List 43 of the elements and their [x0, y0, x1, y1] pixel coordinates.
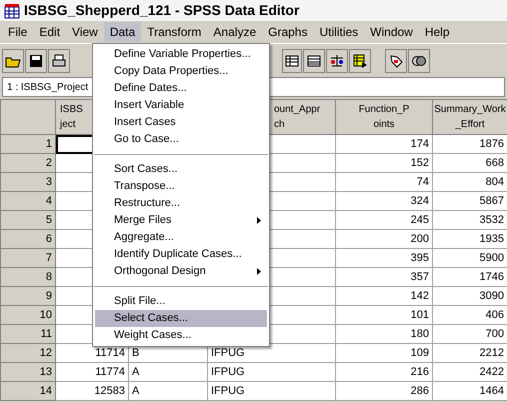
table-cell: 12583: [94, 384, 125, 397]
table-cell: 324: [410, 194, 429, 207]
table-cell: B: [132, 346, 140, 359]
table-cell: 180: [410, 328, 429, 340]
table-cell: 174: [410, 138, 429, 150]
table-cell: 357: [410, 270, 429, 283]
table-cell: 109: [410, 346, 429, 359]
table-cell: 1746: [480, 270, 504, 283]
table-cell: 395: [410, 252, 429, 264]
table-cell: 700: [486, 328, 504, 340]
table-cell: 406: [486, 308, 504, 321]
table-cell: 200: [410, 232, 429, 245]
table-cell: 101: [410, 308, 429, 321]
table-cell: A: [132, 366, 140, 378]
table-cell: 2422: [480, 366, 504, 378]
column-header: Function_P oints: [358, 103, 410, 132]
table-cell: IFPUG: [211, 384, 245, 397]
table-cell: 1876: [480, 138, 504, 150]
table-cell: 11714: [95, 346, 125, 359]
table-cell: 1935: [480, 232, 504, 245]
window-title: ISBSG_Shepperd_121 - SPSS Data Editor: [24, 1, 300, 20]
table-cell: IFPUG: [211, 366, 245, 378]
table-cell: 3532: [480, 214, 504, 226]
column-header: ISBS ject: [60, 103, 83, 132]
table-cell: 216: [410, 366, 429, 378]
table-cell: A: [132, 384, 140, 397]
table-cell: 152: [410, 156, 429, 169]
table-cell: 5867: [480, 194, 504, 207]
table-cell: 286: [410, 384, 429, 397]
column-header: ount_Appr ch: [274, 103, 320, 132]
table-cell: 5900: [480, 252, 504, 264]
cell-editor-label: 1 : ISBSG_Project: [7, 80, 88, 94]
table-cell: 1464: [480, 384, 504, 397]
table-cell: 74: [416, 176, 429, 188]
table-cell: 142: [410, 290, 429, 302]
table-cell: 11774: [95, 366, 125, 378]
column-header: Summary_Work _Effort: [434, 103, 506, 132]
table-cell: 2212: [480, 346, 504, 359]
table-cell: 245: [410, 214, 429, 226]
table-cell: 668: [486, 156, 504, 169]
table-cell: IFPUG: [211, 346, 245, 359]
table-cell: 3090: [480, 290, 504, 302]
table-cell: 804: [486, 176, 504, 188]
